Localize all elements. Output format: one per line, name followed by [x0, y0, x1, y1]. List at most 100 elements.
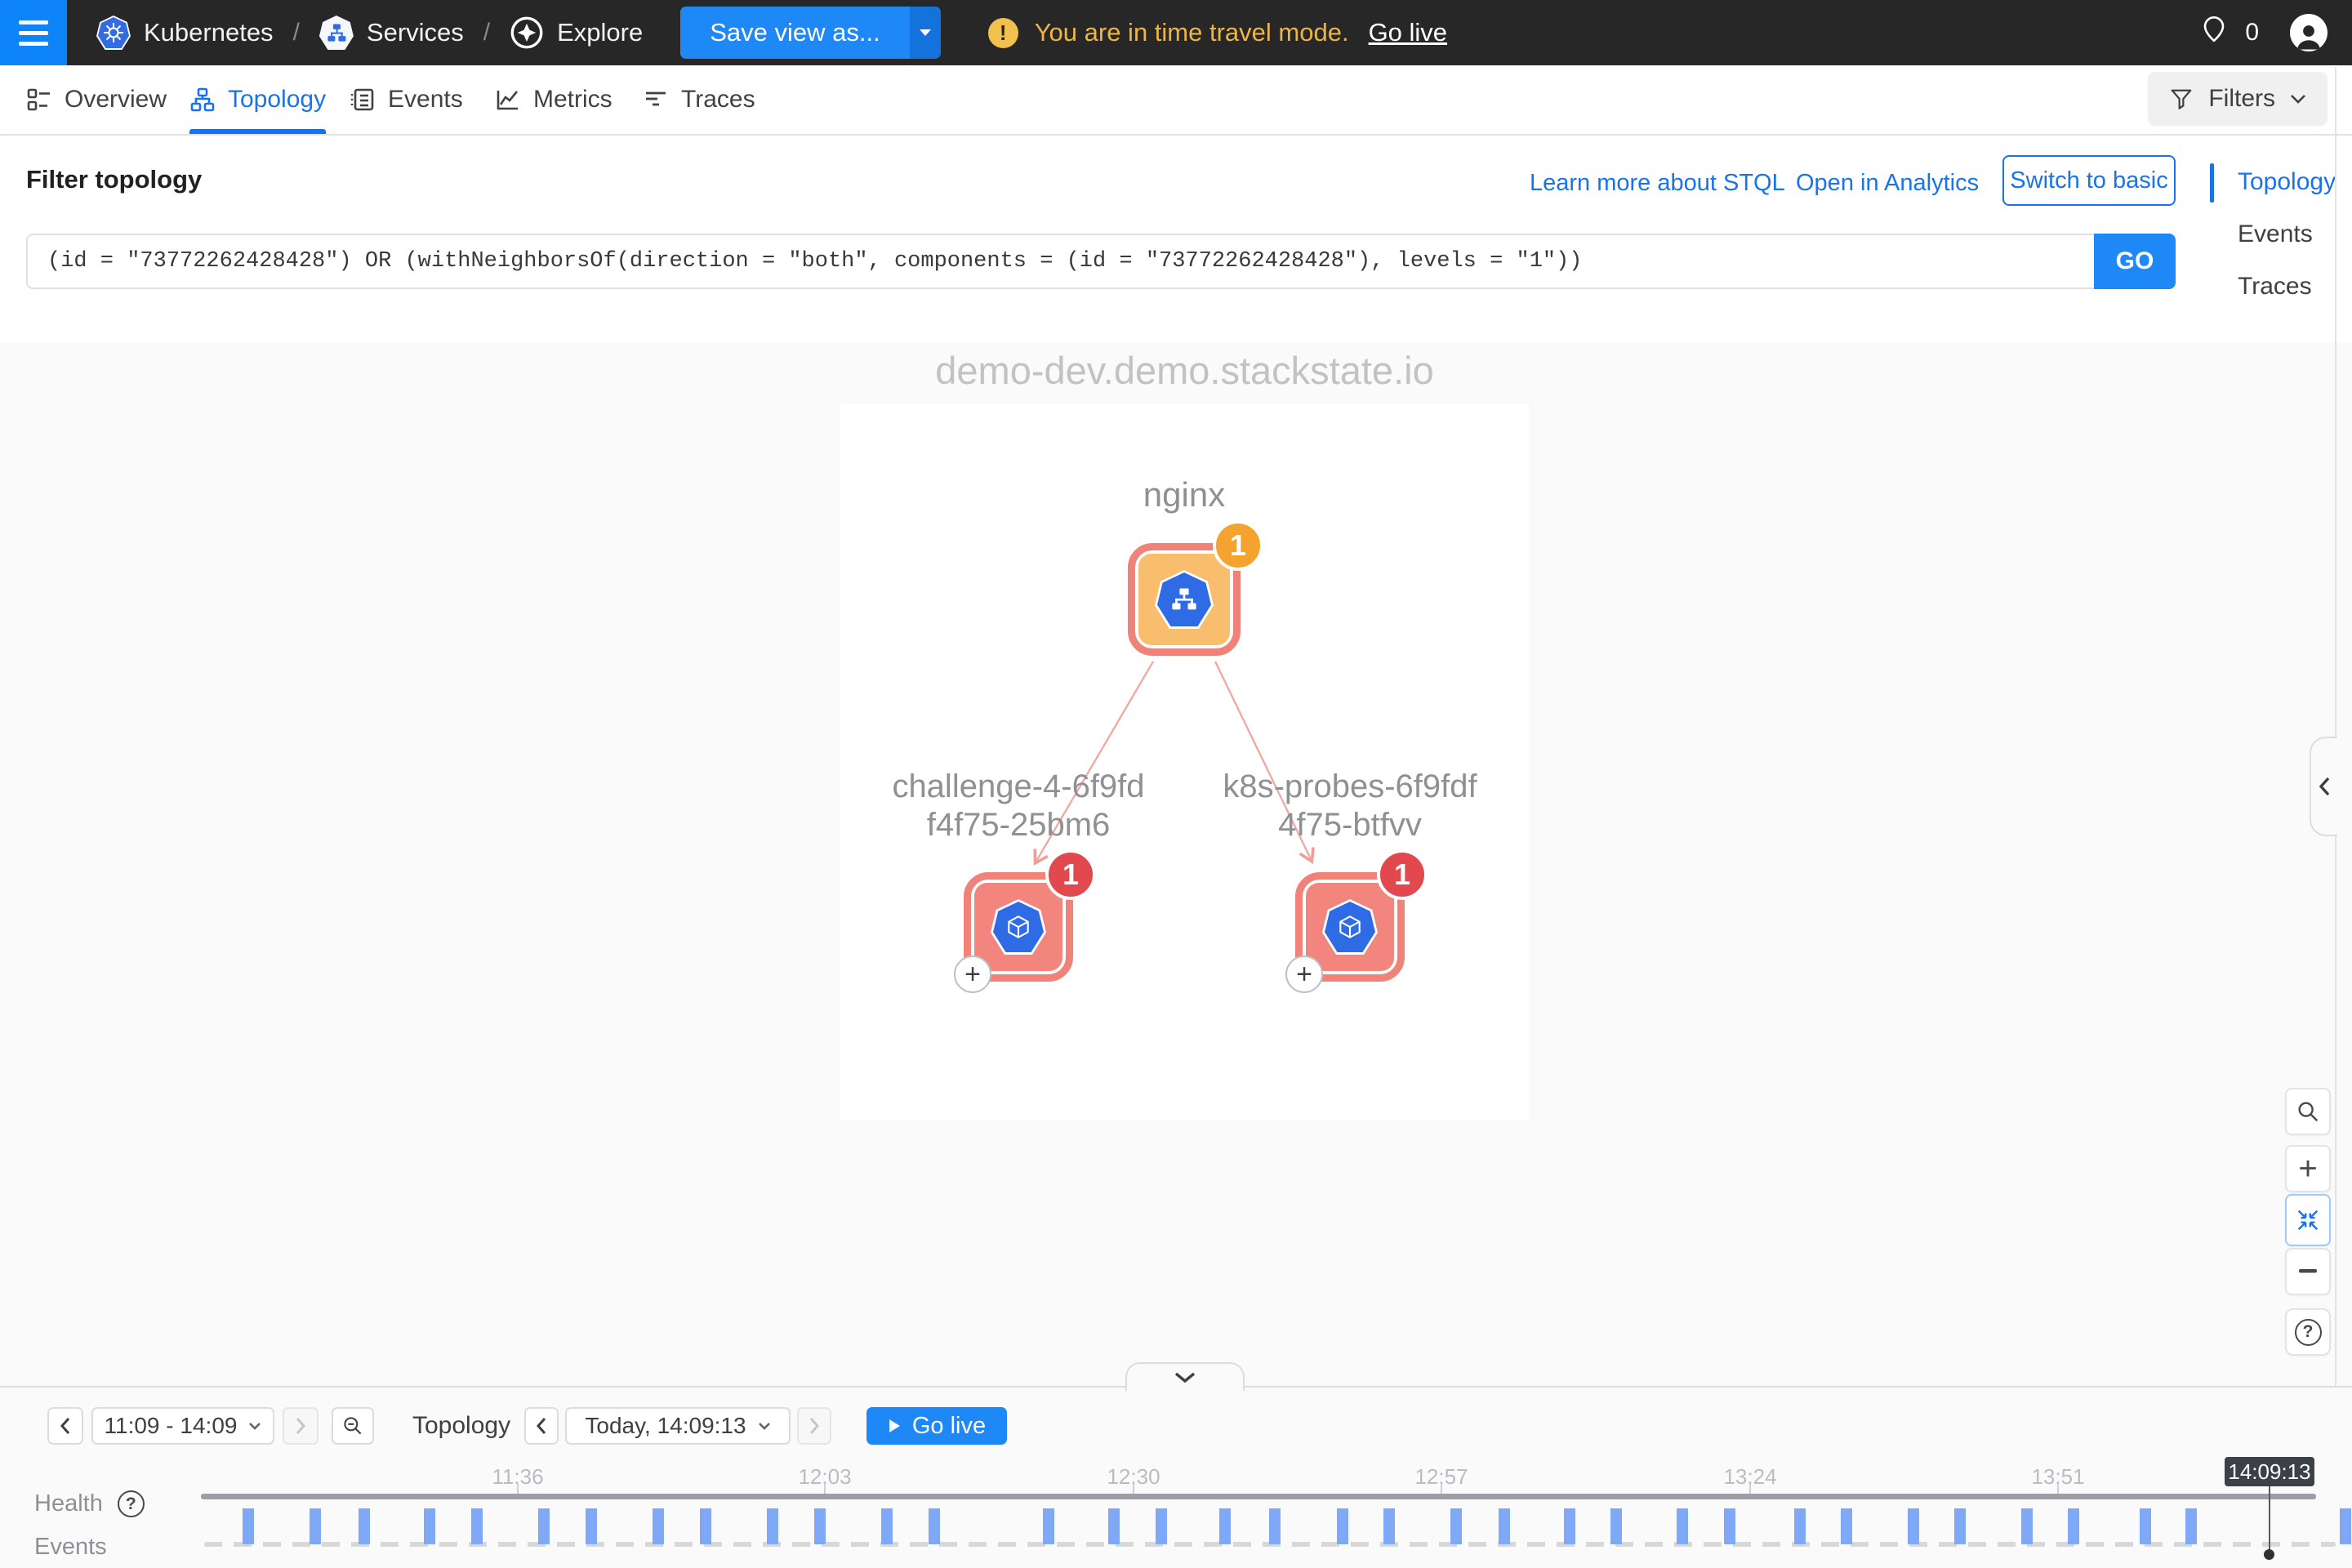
event-bar [1677, 1508, 1688, 1544]
event-bar [1219, 1508, 1231, 1544]
filters-button[interactable]: Filters [2148, 72, 2328, 126]
node-nginx[interactable]: 1 [1128, 543, 1241, 656]
event-bar [1724, 1508, 1735, 1544]
hamburger-menu-button[interactable] [0, 0, 67, 65]
chevron-down-icon [1174, 1372, 1196, 1383]
event-bar [2140, 1508, 2151, 1544]
event-bar [1610, 1508, 1622, 1544]
caret-down-icon [919, 29, 932, 37]
top-bar: Kubernetes / Services / Explore Save vie… [0, 0, 2352, 65]
tab-traces[interactable]: Traces [643, 65, 755, 134]
node-label-probes: k8s-probes-6f9fdf 4f75-btfvv [1132, 768, 1568, 844]
open-analytics-link[interactable]: Open in Analytics [1796, 170, 1979, 197]
event-bar [2340, 1508, 2351, 1544]
event-bar [1108, 1508, 1120, 1544]
tab-topology[interactable]: Topology [189, 65, 326, 134]
critical-count-badge: 1 [1377, 849, 1428, 900]
topbar-actions: 0 [2199, 14, 2328, 51]
help-button[interactable]: ? [2285, 1308, 2331, 1356]
minus-icon [2299, 1269, 2317, 1274]
breadcrumb-kubernetes[interactable]: Kubernetes [96, 16, 274, 50]
go-live-link[interactable]: Go live [1369, 18, 1447, 47]
go-button[interactable]: GO [2094, 234, 2176, 289]
critical-count-badge: 1 [1045, 849, 1096, 900]
breadcrumb-explore[interactable]: Explore [510, 16, 643, 50]
user-avatar[interactable] [2290, 14, 2328, 51]
event-bar [424, 1508, 435, 1544]
collapse-timeline-tab[interactable] [1125, 1362, 1245, 1391]
event-bar [2185, 1508, 2197, 1544]
rail-item-traces[interactable]: Traces [2238, 273, 2312, 301]
breadcrumb-separator: / [483, 19, 490, 47]
event-bar [1156, 1508, 1167, 1544]
events-track[interactable] [0, 1388, 2352, 1568]
breadcrumb-services[interactable]: Services [319, 16, 464, 50]
label-line-2: 4f75-btfvv [1132, 806, 1568, 844]
node-challenge-pod[interactable]: 1 + [964, 872, 1073, 982]
pin-icon[interactable] [2199, 15, 2229, 51]
breadcrumb-label: Kubernetes [144, 18, 274, 47]
canvas-search-button[interactable] [2285, 1088, 2331, 1135]
event-bar [586, 1508, 597, 1544]
save-view-split-button: Save view as... [680, 7, 940, 59]
save-view-dropdown-button[interactable] [910, 7, 941, 59]
node-label-nginx: nginx [1021, 475, 1348, 514]
event-bar [1337, 1508, 1348, 1544]
chevron-down-icon [2290, 94, 2306, 104]
warning-text: You are in time travel mode. [1035, 18, 1349, 47]
event-bar [359, 1508, 370, 1544]
question-icon: ? [2295, 1319, 2322, 1346]
topology-icon [189, 87, 216, 113]
breadcrumb: Kubernetes / Services / Explore [96, 16, 643, 50]
event-bar [310, 1508, 321, 1544]
expand-node-button[interactable]: + [954, 956, 991, 993]
tab-label: Traces [681, 86, 755, 114]
services-icon [319, 16, 354, 50]
event-bar [1954, 1508, 1966, 1544]
tab-metrics[interactable]: Metrics [495, 65, 612, 134]
event-bar [471, 1508, 483, 1544]
filters-label: Filters [2208, 85, 2275, 113]
tab-label: Overview [65, 86, 167, 114]
label-line-1: k8s-probes-6f9fdf [1132, 768, 1568, 806]
fit-to-screen-button[interactable] [2285, 1194, 2331, 1246]
zoom-in-button[interactable]: + [2285, 1145, 2331, 1192]
search-icon [2296, 1099, 2320, 1124]
event-bar [1908, 1508, 1919, 1544]
rail-item-events[interactable]: Events [2238, 220, 2313, 248]
pin-count: 0 [2245, 19, 2259, 47]
save-view-button[interactable]: Save view as... [680, 7, 909, 59]
traces-icon [643, 87, 669, 113]
event-bar [1269, 1508, 1281, 1544]
event-bar [1794, 1508, 1806, 1544]
events-icon [350, 87, 376, 113]
event-bar [2021, 1508, 2033, 1544]
event-bar [767, 1508, 778, 1544]
event-bar [2068, 1508, 2079, 1544]
event-bar [243, 1508, 254, 1544]
learn-stql-link[interactable]: Learn more about STQL [1530, 170, 1785, 197]
timeline-cursor-line [2269, 1486, 2270, 1552]
zoom-out-button[interactable] [2285, 1248, 2331, 1295]
event-bar [1564, 1508, 1575, 1544]
timeline-panel: 11:09 - 14:09 Topology Today, 14:09:13 G… [0, 1386, 2352, 1568]
expand-node-button[interactable]: + [1285, 956, 1323, 993]
expand-right-panel-tab[interactable] [2310, 737, 2337, 836]
node-probes-pod[interactable]: 1 + [1295, 872, 1405, 982]
deviating-count-badge: 1 [1213, 520, 1263, 571]
timeline-cursor-flag[interactable]: 14:09:13 [2225, 1457, 2314, 1486]
tab-events[interactable]: Events [350, 65, 463, 134]
tab-label: Events [388, 86, 463, 114]
view-tab-bar: Overview Topology Events Metrics Traces … [0, 65, 2352, 136]
tab-label: Metrics [533, 86, 612, 114]
chevron-left-icon [2318, 777, 2331, 796]
overview-icon [26, 87, 52, 113]
stql-query-input[interactable] [26, 234, 2094, 289]
warning-icon: ! [988, 18, 1018, 48]
event-bar [814, 1508, 826, 1544]
metrics-icon [495, 87, 521, 113]
rail-item-topology[interactable]: Topology [2238, 168, 2336, 196]
switch-to-basic-button[interactable]: Switch to basic [2002, 155, 2176, 206]
tab-overview[interactable]: Overview [26, 65, 167, 134]
event-bar [538, 1508, 550, 1544]
